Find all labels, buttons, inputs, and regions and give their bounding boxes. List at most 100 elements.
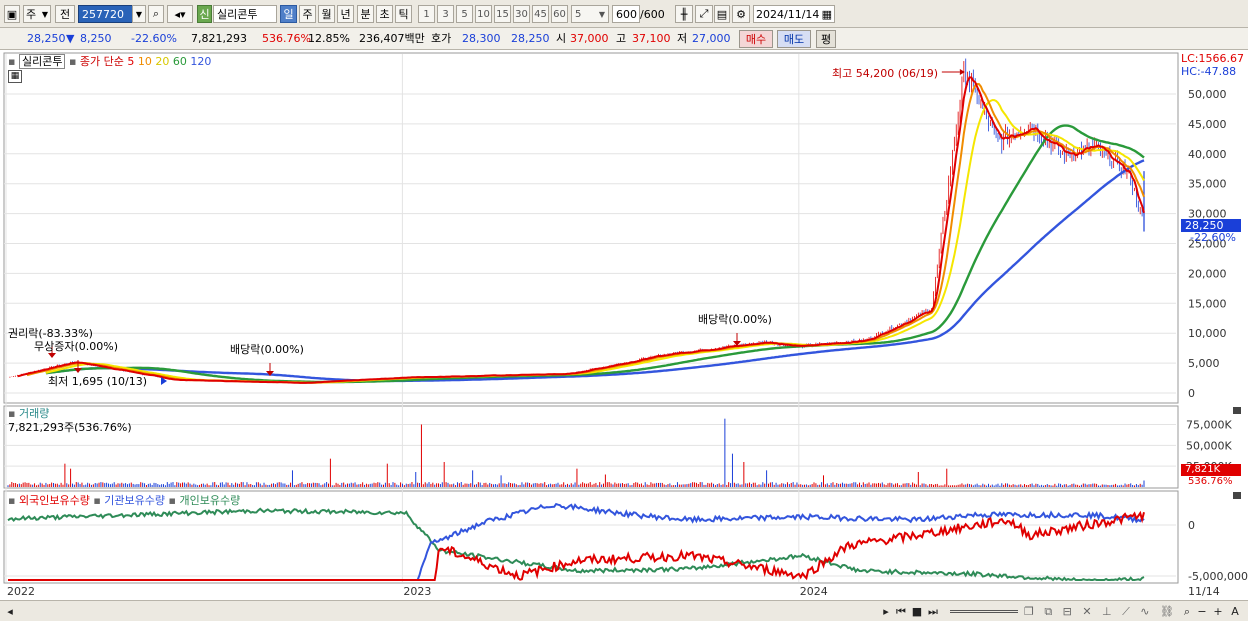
holdings-legend: ▪ 외국인보유수량 ▪ 기관보유수량 ▪ 개인보유수량 — [8, 492, 240, 508]
group-icon[interactable]: ⧉ — [1044, 605, 1052, 619]
interval-15[interactable]: 15 — [494, 5, 511, 23]
interval-select[interactable]: 5 ▼ — [571, 5, 609, 23]
panel-close-icon[interactable] — [1233, 407, 1241, 414]
chart-area[interactable]: 50,000 45,000 40,000 35,000 30,000 25,000 20,0… — [0, 50, 1248, 600]
trade-amount: 236,407백만 — [359, 32, 425, 45]
chevron-down-icon: ▼ — [41, 9, 48, 19]
line-tool-icon[interactable]: ⤢ — [695, 5, 713, 23]
dividend-annotation-2024: 배당락(0.00%) — [698, 313, 772, 326]
first-page-icon[interactable]: ⏮ — [894, 604, 908, 619]
y-tick-label: 15,000 — [1188, 297, 1227, 310]
minus-icon[interactable]: − — [1196, 604, 1208, 619]
low-price: 27,000 — [692, 32, 731, 45]
scroll-left-icon[interactable]: ◂ — [4, 604, 16, 619]
count-total: /600 — [640, 7, 665, 21]
chevron-down-icon[interactable]: ▼ — [132, 5, 146, 23]
panel-close-icon[interactable] — [1233, 492, 1241, 499]
font-size-icon[interactable]: A — [1228, 604, 1242, 619]
chart-svg[interactable]: 50,00045,00040,00035,00030,00025,00020,0… — [0, 50, 1248, 600]
low-label: 저 — [677, 32, 688, 45]
search-icon[interactable]: ⌕ — [148, 5, 164, 23]
interval-5[interactable]: 5 — [456, 5, 473, 23]
link-icon[interactable]: ⛓ — [1160, 605, 1174, 618]
tab-week[interactable]: 주 — [299, 5, 316, 23]
drawing-tools[interactable]: ❐ ⧉ ⊟ ✕ ⊥ ⟋ ∿ ⛓ — [1024, 604, 1174, 619]
wave-icon[interactable]: ∿ — [1140, 605, 1149, 618]
tab-month[interactable]: 월 — [318, 5, 335, 23]
x-tick-label: 2024 — [800, 585, 828, 598]
scroll-right-icon[interactable]: ▸ — [880, 604, 892, 619]
open-price: 37,000 — [570, 32, 609, 45]
copy-icon[interactable]: ❐ — [1024, 605, 1034, 618]
tab-day[interactable]: 일 — [280, 5, 297, 23]
plus-icon[interactable]: + — [1212, 604, 1224, 619]
calendar-icon: ▦ — [821, 7, 832, 21]
square-icon: ▪ — [8, 494, 16, 507]
split-icon[interactable]: ⊟ — [1063, 605, 1072, 618]
interval-60[interactable]: 60 — [551, 5, 568, 23]
quote-label: 호가 — [431, 32, 452, 45]
tab-tick[interactable]: 틱 — [395, 5, 412, 23]
cross-icon[interactable]: ✕ — [1082, 605, 1091, 618]
window-icon[interactable]: ▣ — [4, 5, 20, 23]
zoom-icon[interactable]: ⌕ — [1180, 604, 1194, 619]
turnover-rate: 12.85% — [308, 32, 350, 45]
volume-current-tag: 7,821K — [1181, 464, 1241, 476]
trend-icon[interactable]: ⟋ — [1122, 605, 1130, 619]
prev-button[interactable]: 전 — [55, 5, 75, 23]
high-label: 고 — [616, 32, 627, 45]
stop-icon[interactable]: ■ — [910, 604, 924, 619]
date-input[interactable]: 2024/11/14 ▦ — [753, 5, 835, 23]
down-arrow-icon: ▼ — [66, 32, 75, 45]
count-input[interactable]: 600 — [612, 5, 640, 23]
sell-button[interactable]: 매도 — [777, 30, 811, 48]
current-price: 28,250 — [27, 32, 66, 45]
gear-icon[interactable]: ⚙ — [732, 5, 750, 23]
speaker-icon[interactable]: ◂▾ — [167, 5, 193, 23]
interval-1[interactable]: 1 — [418, 5, 435, 23]
y-tick-label: 10,000 — [1188, 327, 1227, 340]
eval-button[interactable]: 평 — [816, 30, 836, 48]
zoom-slider[interactable] — [948, 604, 1020, 619]
tab-second[interactable]: 초 — [376, 5, 393, 23]
toolbar: ▣ 주 ▼ 전 257720 ▼ ⌕ ◂▾ 신 실리콘투 일 주 월 년 분 초 … — [0, 0, 1248, 28]
buy-button[interactable]: 매수 — [739, 30, 773, 48]
table-icon[interactable]: ▦ — [8, 70, 22, 83]
interval-45[interactable]: 45 — [532, 5, 549, 23]
save-icon[interactable]: ▤ — [714, 5, 730, 23]
price-change-pct: -22.60% — [131, 32, 177, 45]
bid-price: 28,250 — [511, 32, 550, 45]
volume-tick-label: 50,000K — [1186, 439, 1232, 452]
legend-ma60: 60 — [172, 55, 187, 68]
price-legend: ▪ 실리콘투 ▪ 종가 단순 5 10 20 60 120 — [8, 53, 211, 69]
y-tick-label: 35,000 — [1188, 178, 1227, 191]
hc-label: HC:-47.88 — [1181, 65, 1237, 78]
tab-minute[interactable]: 분 — [357, 5, 374, 23]
ask-price: 28,300 — [462, 32, 501, 45]
interval-10[interactable]: 10 — [475, 5, 492, 23]
dividend-annotation-2023: 배당락(0.00%) — [230, 343, 304, 356]
candle-icon[interactable]: ╫ — [675, 5, 693, 23]
high-annotation: 최고 54,200 (06/19) — [832, 67, 939, 80]
current-change-tag: -22.60% — [1190, 231, 1236, 244]
stock-name-field[interactable]: 실리콘투 — [213, 5, 277, 23]
date-value: 2024/11/14 — [756, 7, 820, 21]
axis-icon[interactable]: ⊥ — [1102, 605, 1112, 618]
volume-panel-frame — [3, 405, 1179, 489]
price-panel-frame — [3, 52, 1179, 404]
stock-code-input[interactable]: 257720 — [78, 5, 138, 23]
period-select-value: 주 — [26, 8, 37, 21]
square-icon: ▪ — [68, 55, 77, 68]
open-label: 시 — [556, 32, 567, 45]
last-page-icon[interactable]: ⏭ — [926, 604, 940, 619]
y-tick-label: 40,000 — [1188, 148, 1227, 161]
x-last-date: 11/14 — [1188, 585, 1220, 598]
period-select[interactable]: 주 ▼ — [23, 5, 51, 23]
interval-30[interactable]: 30 — [513, 5, 530, 23]
volume-value: 7,821,293 — [191, 32, 247, 45]
legend-foreign: 외국인보유수량 — [18, 494, 90, 507]
interval-3[interactable]: 3 — [437, 5, 454, 23]
stock-name-tag[interactable]: 실리콘투 — [18, 54, 66, 69]
market-badge: 신 — [197, 5, 212, 23]
tab-year[interactable]: 년 — [337, 5, 354, 23]
